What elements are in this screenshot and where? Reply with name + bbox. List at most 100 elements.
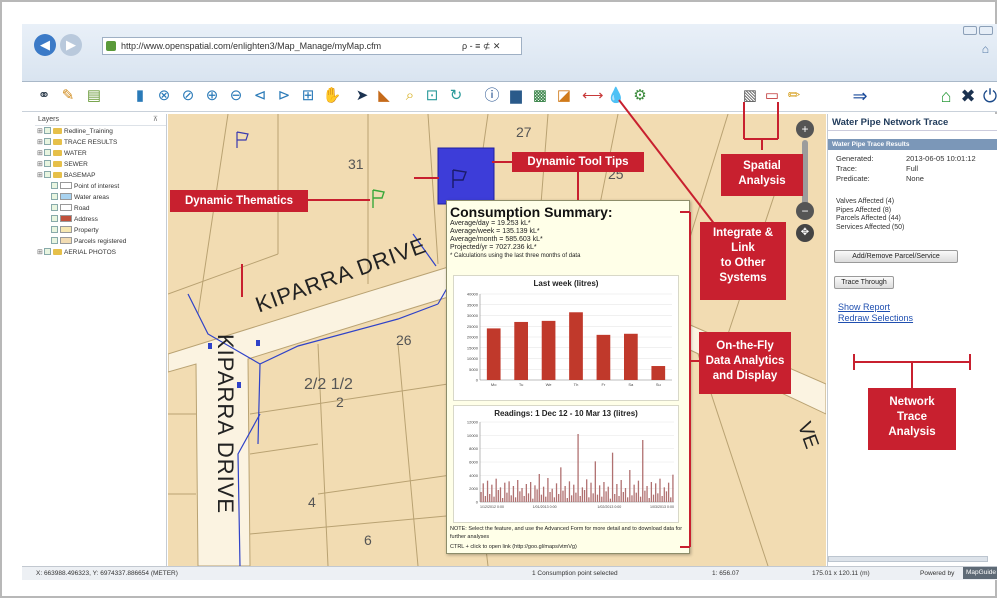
trace-through-button[interactable]: Trace Through [834,276,894,289]
expand-icon[interactable]: ⊞ [37,126,44,137]
info-icon[interactable]: ⓘ [482,86,502,106]
binoculars-icon[interactable]: ⚭ [34,86,54,106]
tools-icon[interactable]: ✖ [958,86,978,106]
bar [484,496,487,502]
layer-item[interactable]: Address [35,214,166,225]
refresh-icon[interactable]: ↻ [446,86,466,106]
expand-icon[interactable]: ⊞ [37,148,44,159]
horizontal-scrollbar[interactable] [828,556,988,562]
pan-icon[interactable]: ✋ [322,86,342,106]
street-label: KIPARRA DRIVE [213,334,238,515]
layer-checkbox[interactable] [51,204,58,211]
parcel-label: 26 [396,332,412,348]
bar [605,491,607,502]
layer-checkbox[interactable] [44,171,51,178]
layer-item[interactable]: ⊞ SEWER [35,159,166,170]
back-button[interactable]: ◀ [34,34,56,56]
show-report-link[interactable]: Show Report [838,302,890,312]
layer-checkbox[interactable] [44,160,51,167]
popup-link-hint[interactable]: CTRL + click to open link (http://goo.gl… [447,543,577,551]
bookmark-icon[interactable]: ▮ [130,86,150,106]
layer-item[interactable]: ⊞ WATER [35,148,166,159]
selected-parcel[interactable] [437,147,495,205]
expand-icon[interactable]: ⊞ [37,137,44,148]
pan-control-icon[interactable]: ✥ [796,224,814,242]
bar [652,494,655,502]
address-bar[interactable]: http://www.openspatial.com/enlighten3/Ma… [102,37,522,55]
layer-item[interactable]: ⊞ BASEMAP [35,170,166,181]
flag-icon[interactable] [236,131,249,148]
zoom-extent-icon[interactable]: ⊞ [298,86,318,106]
layer-checkbox[interactable] [51,215,58,222]
thematic-flag-icon[interactable] [372,189,385,208]
integrate-icon[interactable]: ◪ [554,86,574,106]
layer-checkbox[interactable] [44,248,51,255]
maximize-icon[interactable] [979,26,993,35]
legend-swatch-icon [60,204,72,211]
layer-checkbox[interactable] [51,193,58,200]
arrow-right-icon[interactable]: ⇒ [850,86,870,106]
polygon-icon[interactable]: ▭ [762,86,782,106]
zoom-out-button[interactable]: − [796,202,814,220]
minimize-icon[interactable] [963,26,977,35]
layer-checkbox[interactable] [44,149,51,156]
layer-item[interactable]: Water areas [35,192,166,203]
home-icon[interactable]: ⌂ [936,86,956,106]
layer-item[interactable]: Parcels registered [35,236,166,247]
select-icon[interactable]: ➤ [352,86,372,106]
forward-button[interactable]: ▶ [60,34,82,56]
edit-icon[interactable]: ✎ [58,86,78,106]
export-icon[interactable]: ▩ [530,86,550,106]
expand-icon[interactable]: ⊞ [37,170,44,181]
zoom-next-icon[interactable]: ⊳ [274,86,294,106]
zoom-in-button[interactable]: + [796,120,814,138]
expand-icon[interactable]: ⊞ [37,159,44,170]
layer-checkbox[interactable] [51,237,58,244]
zoom-xy-icon[interactable]: ⊗ [154,86,174,106]
affected-count: Parcels Affected (44) [836,215,901,222]
report-icon[interactable]: ▆ [506,86,526,106]
zoom-selection-icon[interactable]: ⌕ [400,86,420,106]
browser-home-icon[interactable]: ⌂ [982,42,989,56]
layer-item[interactable]: Property [35,225,166,236]
address-tools[interactable]: ρ - ≡ ⊄ ✕ [462,37,500,55]
add-remove-button[interactable]: Add/Remove Parcel/Service [834,250,958,263]
measure-icon[interactable]: ⟷ [582,86,604,106]
folder-icon [53,249,62,255]
bar [618,496,620,502]
layer-item[interactable]: Point of interest [35,181,166,192]
layer-checkbox[interactable] [51,226,58,233]
select-clear-icon[interactable]: ◣ [374,86,394,106]
clipboard-icon[interactable]: ▤ [84,86,104,106]
power-icon[interactable]: ⏻ [980,86,997,106]
zoom-in-icon[interactable]: ⊕ [202,86,222,106]
layer-checkbox[interactable] [44,138,51,145]
layer-checkbox[interactable] [44,127,51,134]
bar [493,496,495,502]
tap-icon[interactable]: 💧 [606,86,626,106]
layer-item[interactable]: ⊞ AERIAL PHOTOS [35,247,166,258]
zoom-out-icon[interactable]: ⊖ [226,86,246,106]
window-controls[interactable] [963,26,993,35]
network-icon[interactable]: ⚙ [630,86,650,106]
expand-icon[interactable]: ⊞ [37,247,44,258]
trace-row: Predicate: None [828,174,997,184]
y-tick-label: 0 [476,378,479,383]
buffer-icon[interactable]: ▧ [740,86,760,106]
zoom-prev-icon[interactable]: ⊲ [250,86,270,106]
pencil-icon[interactable]: ✏ [784,86,804,106]
layer-item[interactable]: ⊞ TRACE RESULTS [35,137,166,148]
readings-chart-svg: 0 2000 4000 6000 8000 10000 12000 1/12/2012 0:0… [467,420,674,509]
folder-icon [53,150,62,156]
select-rect-icon[interactable]: ⊡ [422,86,442,106]
bar [616,484,618,502]
bar [667,482,670,502]
zoom-rect-icon[interactable]: ⊘ [178,86,198,106]
layer-checkbox[interactable] [51,182,58,189]
layer-item[interactable]: Road [35,203,166,214]
folder-icon [53,139,62,145]
bar [661,496,663,502]
redraw-selections-link[interactable]: Redraw Selections [838,313,913,323]
layer-item[interactable]: ⊞ Redline_Training [35,126,166,137]
pin-icon[interactable]: ⊼ [153,114,158,126]
